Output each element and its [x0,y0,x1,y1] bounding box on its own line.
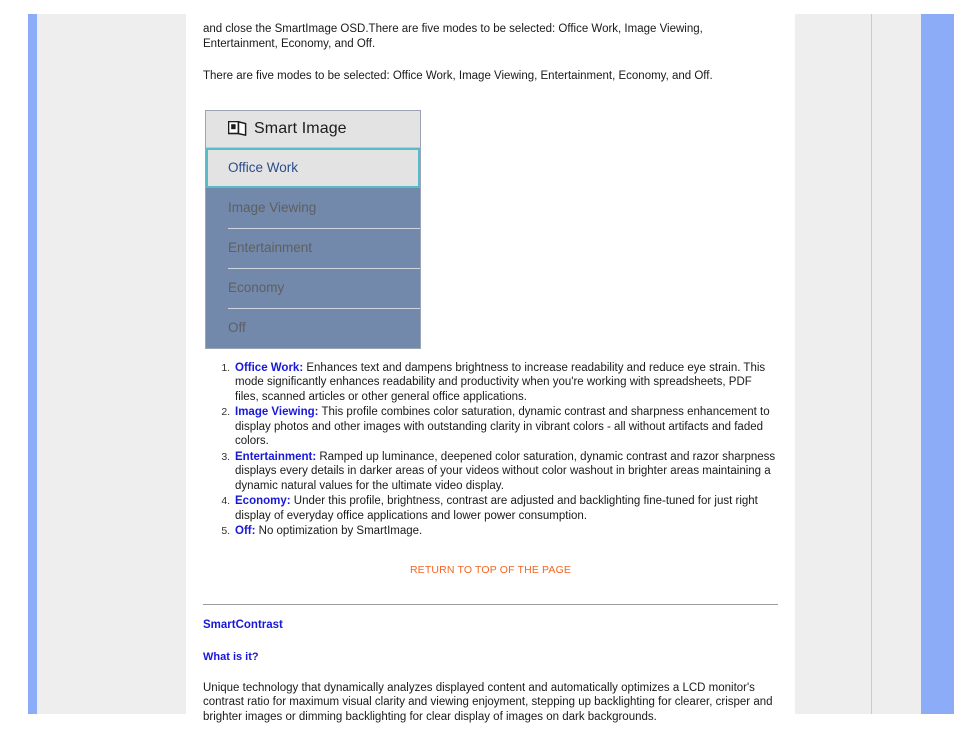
return-to-top-row: RETURN TO TOP OF THE PAGE [203,540,778,578]
mode-name: Office Work: [235,361,304,374]
smartimage-osd: Smart Image Office Work Image Viewing En… [205,109,421,349]
right-blue-rail [921,14,954,714]
sub-heading-what-is-it: What is it? [203,650,259,663]
page-frame: and close the SmartImage OSD.There are f… [28,14,954,723]
osd-item-label: Image Viewing [228,200,317,215]
osd-header: Smart Image [206,110,420,148]
osd-item-image-viewing[interactable]: Image Viewing [206,188,420,228]
section-divider [203,603,778,605]
osd-item-label: Office Work [228,160,299,175]
osd-item-economy[interactable]: Economy [206,267,420,308]
smartcontrast-paragraph: Unique technology that dynamically analy… [203,681,773,723]
smartimage-cube-icon [228,120,247,136]
mode-text: No optimization by SmartImage. [255,525,423,537]
mode-name: Image Viewing: [235,406,319,418]
main-content-column: and close the SmartImage OSD.There are f… [186,14,795,723]
right-gutter-panel [872,14,921,714]
osd-separator [228,307,420,309]
left-gutter-panel [37,14,186,714]
osd-item-label: Entertainment [228,240,313,255]
mode-name: Off: [235,525,256,537]
list-item: Image Viewing: This profile combines col… [233,405,778,449]
mode-text: Enhances text and dampens brightness to … [235,361,766,403]
intro-paragraph: and close the SmartImage OSD.There are f… [203,23,703,50]
osd-item-entertainment[interactable]: Entertainment [206,227,420,268]
list-item: Entertainment: Ramped up luminance, deep… [233,450,778,494]
osd-item-off[interactable]: Off [206,307,420,348]
osd-title: Smart Image [254,119,347,137]
mode-description: Economy: Under this profile, brightness,… [233,494,778,523]
mode-description: Entertainment: Ramped up luminance, deep… [233,450,778,494]
left-blue-rail [28,14,37,714]
return-to-top-link[interactable]: RETURN TO TOP OF THE PAGE [410,564,571,576]
mode-text: Under this profile, brightness, contrast… [235,495,758,522]
osd-item-label: Off [228,320,246,335]
mode-description: Off: No optimization by SmartImage. [233,524,778,539]
mode-name: Economy: [235,495,291,507]
mode-name: Entertainment: [235,450,317,463]
mode-description: Office Work: Enhances text and dampens b… [233,361,778,405]
osd-item-office-work[interactable]: Office Work [206,147,420,188]
page-title: SmartContrast [203,618,283,631]
mode-text: Ramped up luminance, deepened color satu… [235,450,776,492]
list-item: Off: No optimization by SmartImage. [233,524,778,539]
mode-description-list: Office Work: Enhances text and dampens b… [203,361,778,539]
modes-intro-paragraph: There are five modes to be selected: Off… [203,70,713,82]
list-item: Economy: Under this profile, brightness,… [233,494,778,523]
osd-separator [228,227,420,229]
list-item: Office Work: Enhances text and dampens b… [233,361,778,405]
mid-gutter-panel [795,14,872,714]
mode-description: Image Viewing: This profile combines col… [233,405,778,449]
osd-item-label: Economy [228,280,285,295]
osd-separator [228,267,420,269]
